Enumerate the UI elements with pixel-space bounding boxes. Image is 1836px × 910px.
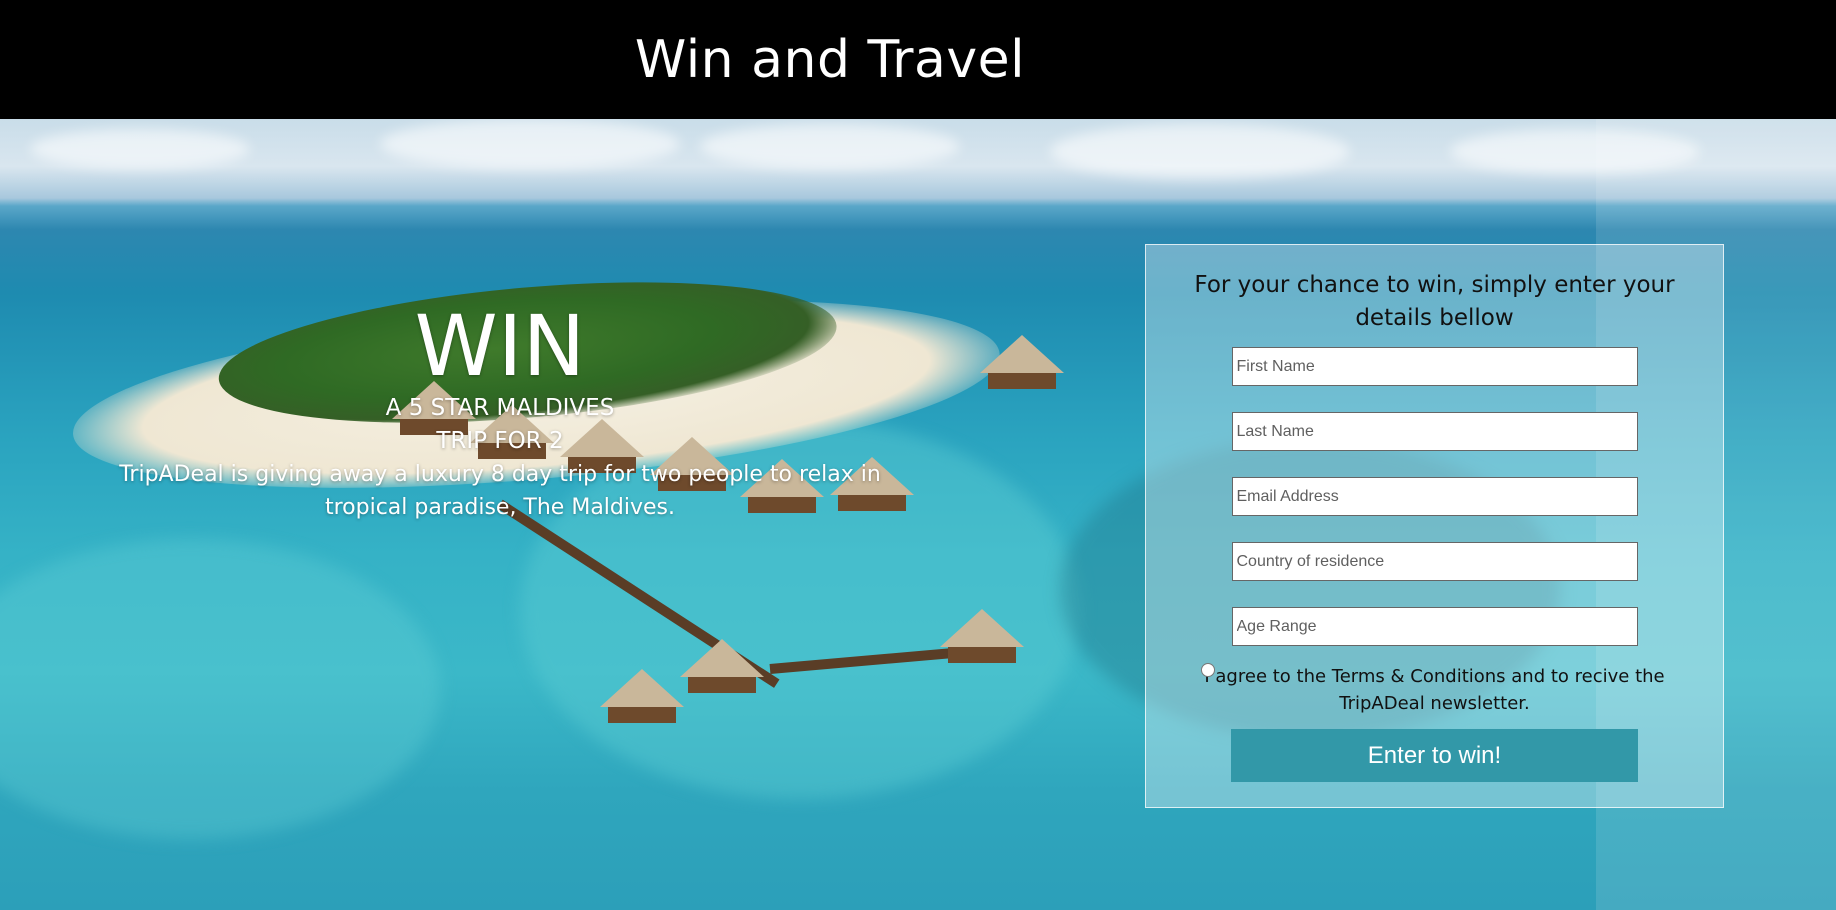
enter-to-win-button[interactable]: Enter to win!: [1231, 729, 1638, 782]
email-input[interactable]: [1231, 477, 1638, 516]
page-header: Win and Travel: [0, 0, 1836, 119]
entry-form: For your chance to win, simply enter you…: [1145, 244, 1724, 808]
last-name-input[interactable]: [1231, 412, 1638, 451]
promo-line-2: TRIP FOR 2: [436, 428, 564, 454]
first-name-input[interactable]: [1231, 347, 1638, 386]
promo-description: TripADeal is giving away a luxury 8 day …: [119, 462, 881, 520]
form-intro: For your chance to win, simply enter you…: [1194, 272, 1675, 331]
promo-line-1: A 5 STAR MALDIVES: [385, 395, 615, 421]
form-fields: [1146, 347, 1723, 646]
page-title: Win and Travel: [634, 29, 1026, 90]
country-input[interactable]: [1231, 542, 1638, 581]
age-range-input[interactable]: [1231, 607, 1638, 646]
promo-headline: WIN: [414, 297, 586, 395]
terms-agreement: I agree to the Terms & Conditions and to…: [1186, 663, 1683, 717]
promo-block: WIN A 5 STAR MALDIVES TRIP FOR 2 TripADe…: [110, 300, 890, 524]
terms-label: I agree to the Terms & Conditions and to…: [1204, 666, 1665, 714]
terms-radio[interactable]: [1201, 663, 1215, 677]
